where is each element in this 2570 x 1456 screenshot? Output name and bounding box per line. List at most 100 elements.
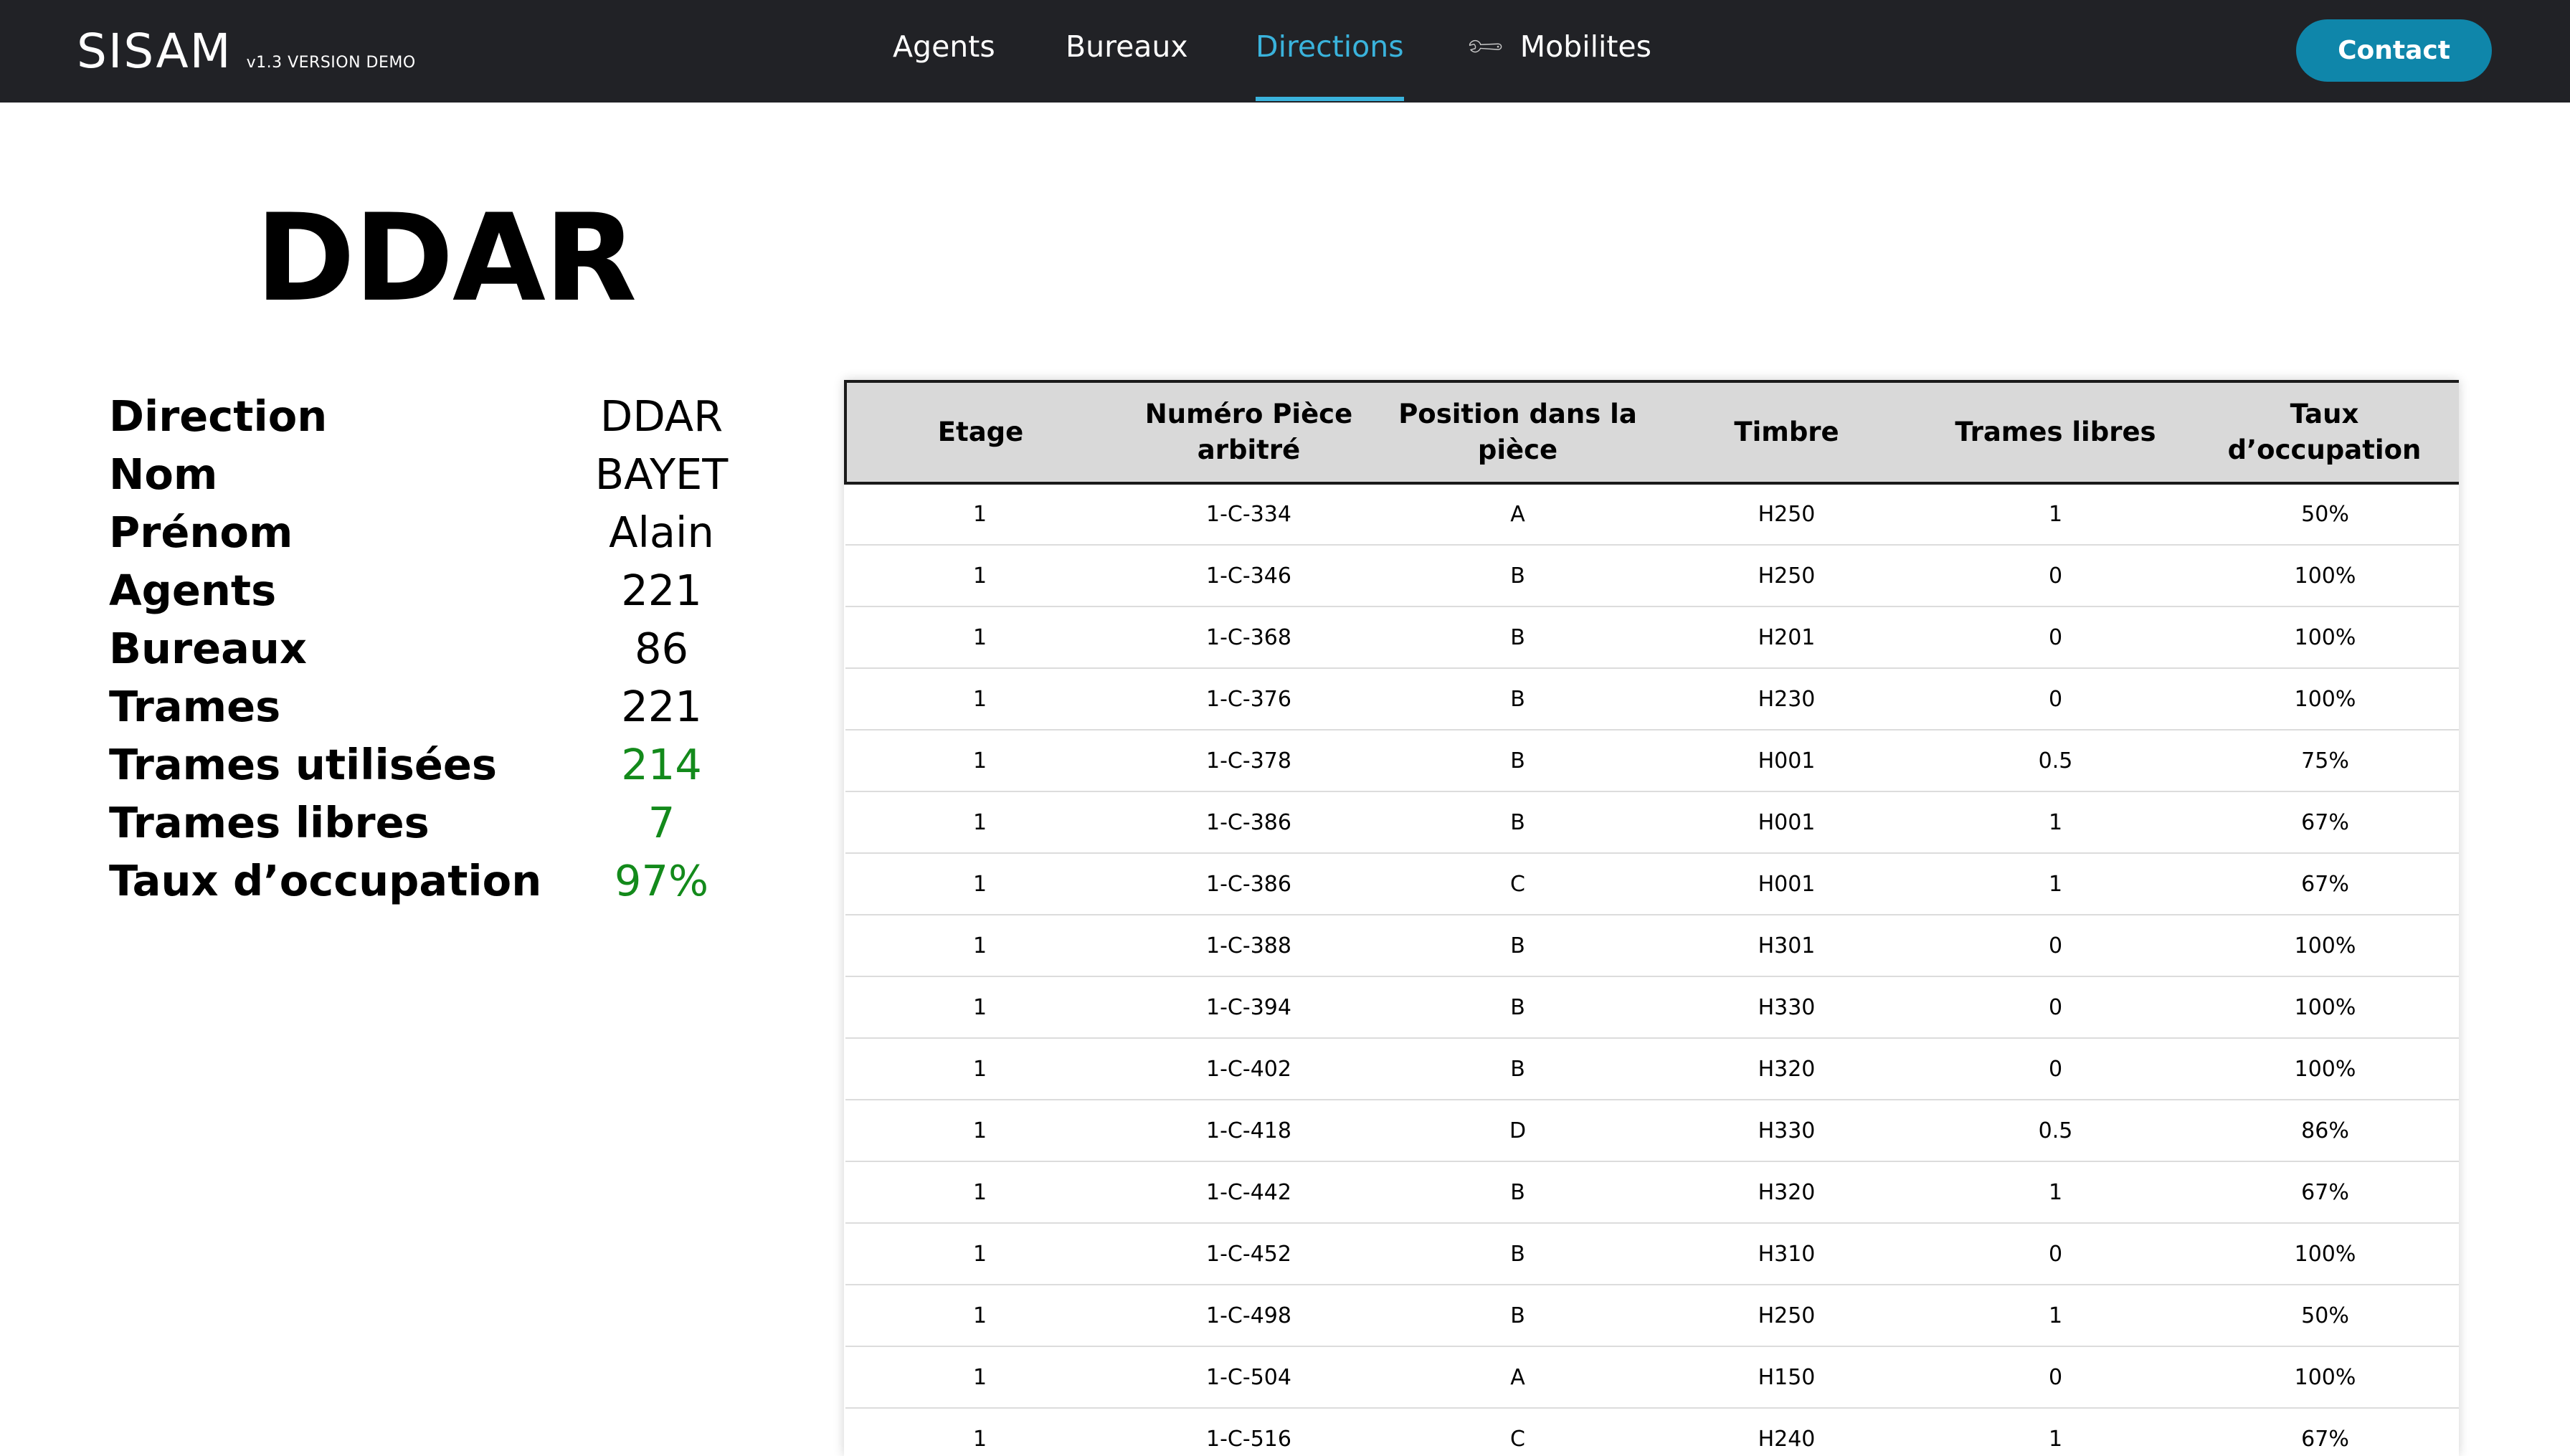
table-row[interactable]: 1 1-C-388 B H301 0 100% [845, 915, 2459, 977]
info-label: Taux d’occupation [109, 856, 542, 905]
table-cell: 1 [845, 915, 1114, 977]
nav-agents[interactable]: Agents [893, 0, 995, 103]
table-cell: 1-C-334 [1114, 483, 1383, 546]
table-row[interactable]: 1 1-C-418 D H330 0.5 86% [845, 1100, 2459, 1162]
table-cell: 1-C-504 [1114, 1346, 1383, 1409]
table-row[interactable]: 1 1-C-516 C H240 1 67% [845, 1408, 2459, 1456]
info-value: 214 [621, 740, 702, 789]
column-header[interactable]: Timbre [1652, 380, 1921, 485]
table-row[interactable]: 1 1-C-334 A H250 1 50% [845, 483, 2459, 546]
table-cell: 100% [2190, 915, 2459, 977]
info-row: Agents 221 [109, 561, 769, 619]
table-cell: C [1383, 1408, 1652, 1456]
info-row: Trames utilisées 214 [109, 736, 769, 794]
brand-version: v1.3 VERSION DEMO [246, 54, 416, 72]
table-cell: A [1383, 1346, 1652, 1409]
column-header[interactable]: Position dans la pièce [1383, 380, 1652, 485]
table-cell: 0 [1921, 976, 2190, 1039]
table-cell: 75% [2190, 730, 2459, 792]
table-cell: B [1383, 545, 1652, 607]
table-row[interactable]: 1 1-C-504 A H150 0 100% [845, 1346, 2459, 1409]
table-cell: B [1383, 976, 1652, 1039]
table-cell: B [1383, 1285, 1652, 1347]
table-row[interactable]: 1 1-C-386 B H001 1 67% [845, 791, 2459, 854]
table-row[interactable]: 1 1-C-376 B H230 0 100% [845, 668, 2459, 731]
table-row[interactable]: 1 1-C-378 B H001 0.5 75% [845, 730, 2459, 792]
top-navbar: SISAM v1.3 VERSION DEMO Agents Bureaux D… [0, 0, 2570, 103]
table-cell: H230 [1652, 668, 1921, 731]
table-cell: 100% [2190, 976, 2459, 1039]
table-cell: 0 [1921, 545, 2190, 607]
table-cell: H250 [1652, 545, 1921, 607]
table-row[interactable]: 1 1-C-368 B H201 0 100% [845, 606, 2459, 669]
table-cell: 1-C-388 [1114, 915, 1383, 977]
table-row[interactable]: 1 1-C-394 B H330 0 100% [845, 976, 2459, 1039]
table-cell: 100% [2190, 1038, 2459, 1100]
table-cell: 1-C-394 [1114, 976, 1383, 1039]
table-cell: 1 [845, 1100, 1114, 1162]
info-value: 86 [634, 624, 689, 673]
table-cell: 67% [2190, 853, 2459, 915]
table-cell: 0 [1921, 606, 2190, 669]
table-cell: 1-C-346 [1114, 545, 1383, 607]
table-cell: 1 [845, 1038, 1114, 1100]
table-cell: 1 [845, 976, 1114, 1039]
table-cell: H001 [1652, 730, 1921, 792]
nav-directions[interactable]: Directions [1256, 0, 1404, 103]
table-cell: 50% [2190, 483, 2459, 546]
table-cell: C [1383, 853, 1652, 915]
nav-bureaux[interactable]: Bureaux [1066, 0, 1188, 103]
table-cell: 1-C-386 [1114, 791, 1383, 854]
table-cell: 1-C-402 [1114, 1038, 1383, 1100]
table-cell: H201 [1652, 606, 1921, 669]
nav-agents-label: Agents [893, 29, 995, 64]
table-cell: 0.5 [1921, 730, 2190, 792]
table-cell: H001 [1652, 791, 1921, 854]
info-value: 221 [621, 566, 702, 615]
table-row[interactable]: 1 1-C-386 C H001 1 67% [845, 853, 2459, 915]
column-header[interactable]: Trames libres [1921, 380, 2190, 485]
table-cell: H250 [1652, 483, 1921, 546]
column-header[interactable]: Numéro Pièce arbitré [1114, 380, 1383, 485]
table-header-row: Etage Numéro Pièce arbitré Position dans l… [844, 380, 2459, 485]
table-cell: B [1383, 606, 1652, 669]
table-cell: 0 [1921, 915, 2190, 977]
table-cell: B [1383, 915, 1652, 977]
table-cell: 1 [845, 545, 1114, 607]
table-cell: 1-C-368 [1114, 606, 1383, 669]
table-cell: 1-C-386 [1114, 853, 1383, 915]
table-cell: 1 [1921, 1161, 2190, 1224]
info-label: Direction [109, 391, 328, 441]
table-row[interactable]: 1 1-C-346 B H250 0 100% [845, 545, 2459, 607]
info-value: BAYET [594, 449, 729, 499]
offices-table-container[interactable]: Etage Numéro Pièce arbitré Position dans l… [844, 380, 2459, 1456]
table-cell: B [1383, 1223, 1652, 1285]
table-cell: 1 [845, 1161, 1114, 1224]
table-row[interactable]: 1 1-C-452 B H310 0 100% [845, 1223, 2459, 1285]
table-cell: H310 [1652, 1223, 1921, 1285]
info-value: DDAR [599, 391, 724, 441]
table-cell: 1-C-442 [1114, 1161, 1383, 1224]
table-cell: H320 [1652, 1161, 1921, 1224]
table-cell: 1 [845, 668, 1114, 731]
info-label: Prénom [109, 508, 293, 557]
table-cell: 1 [1921, 1408, 2190, 1456]
column-header[interactable]: Etage [844, 380, 1114, 485]
brand[interactable]: SISAM v1.3 VERSION DEMO [77, 22, 416, 82]
info-value: 97% [614, 856, 709, 905]
nav-directions-label: Directions [1256, 29, 1404, 64]
table-row[interactable]: 1 1-C-442 B H320 1 67% [845, 1161, 2459, 1224]
table-cell: H001 [1652, 853, 1921, 915]
table-cell: 100% [2190, 668, 2459, 731]
contact-button[interactable]: Contact [2296, 19, 2492, 82]
nav-mobilites[interactable]: 🔧︎ Mobilites [1464, 0, 1651, 103]
info-row: Taux d’occupation 97% [109, 852, 769, 910]
table-row[interactable]: 1 1-C-402 B H320 0 100% [845, 1038, 2459, 1100]
table-cell: 50% [2190, 1285, 2459, 1347]
table-cell: 86% [2190, 1100, 2459, 1162]
column-header[interactable]: Taux d’occupation [2190, 380, 2459, 485]
table-cell: 1-C-498 [1114, 1285, 1383, 1347]
table-cell: H330 [1652, 976, 1921, 1039]
table-row[interactable]: 1 1-C-498 B H250 1 50% [845, 1285, 2459, 1347]
table-cell: 100% [2190, 606, 2459, 669]
